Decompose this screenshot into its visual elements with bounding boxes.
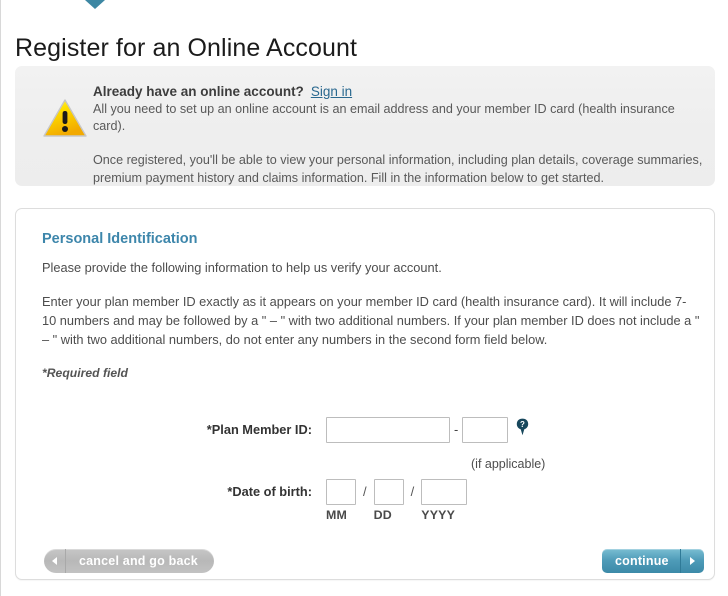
date-of-birth-label: *Date of birth:	[227, 484, 312, 499]
cancel-and-go-back-label: cancel and go back	[79, 554, 198, 568]
dob-month-input[interactable]	[326, 479, 356, 505]
dob-day-input[interactable]	[373, 479, 404, 505]
date-of-birth-row: *Date of birth: MM / DD / YYYY	[16, 479, 716, 522]
alert-line-1: All you need to set up an online account…	[93, 102, 675, 133]
warning-triangle-icon	[43, 99, 87, 137]
arrow-left-icon	[44, 549, 66, 573]
page-title: Register for an Online Account	[15, 33, 358, 62]
personal-identification-card: Personal Identification Please provide t…	[15, 208, 715, 580]
plan-member-id-input[interactable]	[326, 417, 450, 443]
if-applicable-hint: (if applicable)	[471, 457, 546, 471]
date-of-birth-group: MM / DD / YYYY	[326, 479, 468, 522]
svg-text:?: ?	[520, 420, 525, 429]
sign-in-link[interactable]: Sign in	[311, 84, 352, 99]
dob-year-cell: YYYY	[421, 479, 468, 522]
alert-panel: Already have an online account? Sign in A…	[15, 66, 715, 186]
plan-member-id-suffix-input[interactable]	[462, 417, 509, 443]
required-field-note: *Required field	[42, 366, 129, 380]
alert-heading: Already have an online account? Sign in	[93, 84, 707, 99]
alert-heading-text: Already have an online account?	[93, 84, 304, 99]
plan-member-id-label: *Plan Member ID:	[206, 422, 312, 437]
dob-year-hint: YYYY	[421, 508, 456, 522]
plan-member-id-separator: -	[454, 422, 459, 437]
continue-button[interactable]: continue	[602, 549, 704, 573]
continue-label: continue	[615, 554, 669, 568]
dob-month-hint: MM	[326, 508, 348, 522]
dob-year-input[interactable]	[421, 479, 468, 505]
dob-day-hint: DD	[373, 508, 392, 522]
section-title: Personal Identification	[42, 231, 198, 247]
plan-member-id-row: *Plan Member ID: - ? (if applicable)	[16, 417, 716, 471]
dob-month-cell: MM	[326, 479, 356, 522]
help-question-pin-icon[interactable]: ?	[516, 418, 529, 436]
dob-separator-2: /	[410, 484, 415, 499]
member-id-instructions: Enter your plan member ID exactly as it …	[42, 294, 700, 347]
breadcrumb-pointer-arrow-icon	[85, 0, 105, 9]
dob-separator-1: /	[363, 484, 367, 499]
arrow-right-icon	[679, 549, 704, 573]
alert-paragraph: Once registered, you'll be able to view …	[93, 153, 703, 185]
alert-body: Already have an online account? Sign in A…	[93, 84, 707, 187]
registration-page: Register for an Online Account Already h…	[0, 0, 728, 596]
dob-day-cell: DD	[373, 479, 404, 522]
cancel-and-go-back-button[interactable]: cancel and go back	[44, 549, 214, 573]
section-intro-text: Please provide the following information…	[42, 260, 442, 275]
